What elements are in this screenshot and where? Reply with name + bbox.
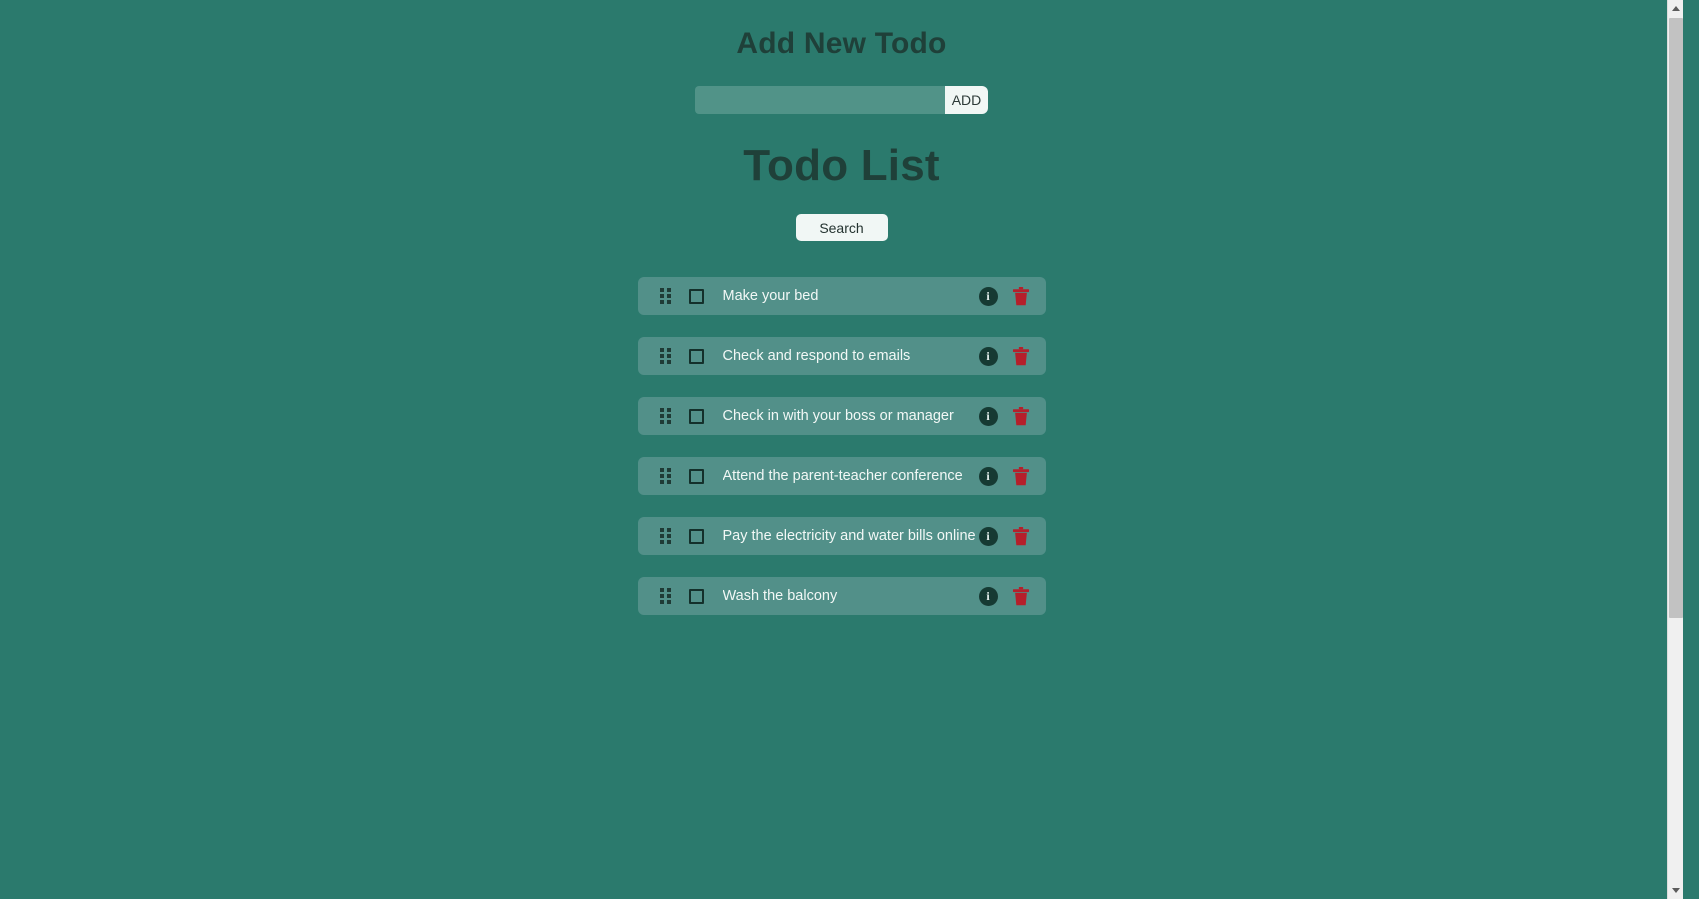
- todo-app: Add New Todo ADD Todo List Search Make y…: [0, 0, 1683, 899]
- todo-list: Make your bed i Check and respond to email…: [637, 277, 1046, 615]
- drag-handle-icon[interactable]: [659, 407, 671, 425]
- todo-text: Pay the electricity and water bills onli…: [722, 528, 976, 544]
- todo-row-actions: i: [978, 466, 1030, 486]
- todo-row[interactable]: Wash the balcony i: [637, 577, 1046, 615]
- info-icon[interactable]: i: [978, 286, 998, 306]
- todo-checkbox[interactable]: [688, 588, 704, 604]
- info-icon[interactable]: i: [978, 526, 998, 546]
- chevron-down-icon: [1672, 888, 1680, 893]
- trash-icon[interactable]: [1012, 466, 1030, 486]
- info-icon[interactable]: i: [978, 466, 998, 486]
- todo-row[interactable]: Check and respond to emails i: [637, 337, 1046, 375]
- todo-text: Wash the balcony: [722, 588, 838, 604]
- todo-text: Attend the parent-teacher conference: [722, 468, 963, 484]
- scrollbar-thumb[interactable]: [1669, 18, 1683, 618]
- new-todo-input[interactable]: [694, 86, 945, 114]
- todo-row[interactable]: Make your bed i: [637, 277, 1046, 315]
- drag-handle-icon[interactable]: [659, 287, 671, 305]
- scroll-down-button[interactable]: [1668, 882, 1683, 899]
- todo-checkbox[interactable]: [688, 528, 704, 544]
- todo-list-heading: Todo List: [743, 141, 940, 190]
- trash-icon[interactable]: [1012, 346, 1030, 366]
- todo-row-actions: i: [978, 286, 1030, 306]
- todo-row[interactable]: Check in with your boss or manager i: [637, 397, 1046, 435]
- add-todo-button[interactable]: ADD: [944, 86, 989, 114]
- info-icon[interactable]: i: [978, 346, 998, 366]
- trash-icon[interactable]: [1012, 526, 1030, 546]
- trash-icon[interactable]: [1012, 286, 1030, 306]
- drag-handle-icon[interactable]: [659, 347, 671, 365]
- add-new-todo-heading: Add New Todo: [736, 27, 947, 60]
- scroll-up-button[interactable]: [1668, 0, 1683, 17]
- add-todo-form: ADD: [0, 86, 1683, 114]
- trash-icon[interactable]: [1012, 586, 1030, 606]
- chevron-up-icon: [1672, 6, 1680, 11]
- search-button[interactable]: Search: [795, 214, 888, 241]
- todo-text: Check and respond to emails: [722, 348, 911, 364]
- trash-icon[interactable]: [1012, 406, 1030, 426]
- todo-checkbox[interactable]: [688, 288, 704, 304]
- todo-row-actions: i: [978, 346, 1030, 366]
- todo-row[interactable]: Attend the parent-teacher conference i: [637, 457, 1046, 495]
- todo-row-actions: i: [978, 586, 1030, 606]
- todo-text: Check in with your boss or manager: [722, 408, 954, 424]
- todo-checkbox[interactable]: [688, 348, 704, 364]
- page-scrollbar[interactable]: [1667, 0, 1683, 899]
- todo-row[interactable]: Pay the electricity and water bills onli…: [637, 517, 1046, 555]
- todo-row-actions: i: [978, 526, 1030, 546]
- todo-text: Make your bed: [722, 288, 819, 304]
- drag-handle-icon[interactable]: [659, 527, 671, 545]
- todo-checkbox[interactable]: [688, 408, 704, 424]
- info-icon[interactable]: i: [978, 586, 998, 606]
- drag-handle-icon[interactable]: [659, 467, 671, 485]
- todo-row-actions: i: [978, 406, 1030, 426]
- search-bar: Search: [0, 214, 1683, 241]
- drag-handle-icon[interactable]: [659, 587, 671, 605]
- todo-checkbox[interactable]: [688, 468, 704, 484]
- info-icon[interactable]: i: [978, 406, 998, 426]
